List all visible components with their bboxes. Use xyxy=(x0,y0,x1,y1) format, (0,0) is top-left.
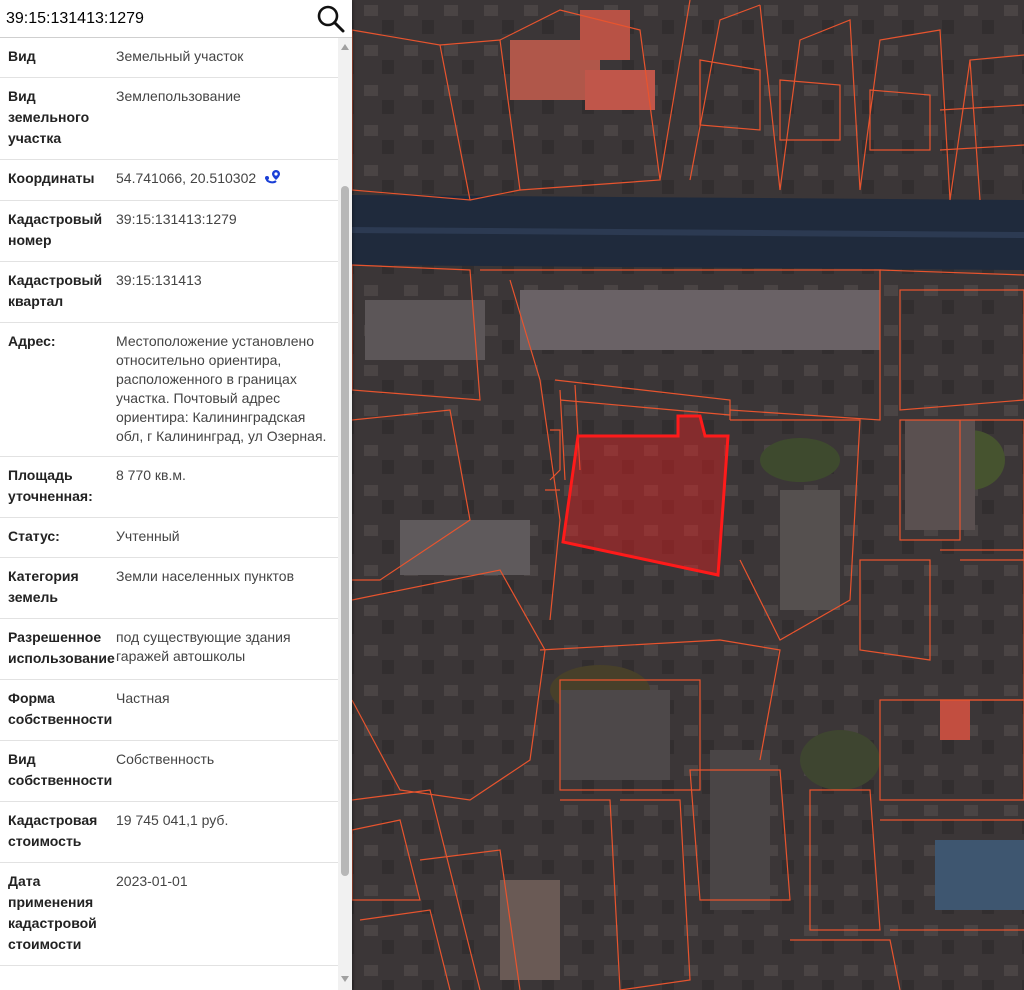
detail-label: Адрес: xyxy=(8,333,56,349)
tree-patch xyxy=(800,730,880,790)
parcel-details: Вид Земельный участок Вид земельного уча… xyxy=(0,38,338,990)
detail-value: под существующие здания гаражей автошкол… xyxy=(116,629,291,664)
search-input[interactable] xyxy=(6,4,306,34)
detail-row-address: Адрес: Местоположение установлено относи… xyxy=(0,323,338,457)
detail-label: Разрешенное использование xyxy=(8,629,115,666)
building xyxy=(500,880,560,980)
detail-label: Статус: xyxy=(8,528,60,544)
detail-value: 2023-01-01 xyxy=(116,873,188,889)
detail-value: 39:15:131413:1279 xyxy=(116,211,237,227)
detail-row-value-date: Дата применения кадастровой стоимости 20… xyxy=(0,863,338,966)
detail-row-land-category: Категория земель Земли населенных пункто… xyxy=(0,558,338,619)
detail-value: 8 770 кв.м. xyxy=(116,467,186,483)
detail-label: Дата применения кадастровой стоимости xyxy=(8,873,97,952)
detail-value: Землепользование xyxy=(116,88,241,104)
detail-value: Земли населенных пунктов xyxy=(116,568,295,584)
detail-value: Земельный участок xyxy=(116,48,244,64)
detail-label: Вид xyxy=(8,48,36,64)
detail-value: 54.741066, 20.510302 xyxy=(116,168,338,190)
building xyxy=(780,490,840,610)
building xyxy=(935,840,1024,910)
detail-row-permitted-use: Разрешенное использование под существующ… xyxy=(0,619,338,680)
building xyxy=(905,420,975,530)
scroll-down-arrow-icon[interactable] xyxy=(341,976,349,982)
scroll-up-arrow-icon[interactable] xyxy=(341,44,349,50)
detail-value: Собственность xyxy=(116,751,215,767)
building xyxy=(400,520,530,575)
building xyxy=(580,10,630,60)
detail-row-cadastral-number: Кадастровый номер 39:15:131413:1279 xyxy=(0,201,338,262)
building xyxy=(560,690,670,780)
detail-row-cadastral-quarter: Кадастровый квартал 39:15:131413 xyxy=(0,262,338,323)
building xyxy=(710,750,770,910)
detail-value: 39:15:131413 xyxy=(116,272,202,288)
building xyxy=(585,70,655,110)
search-icon xyxy=(317,5,345,33)
detail-value: Частная xyxy=(116,690,170,706)
detail-row-coordinates: Координаты 54.741066, 20.510302 xyxy=(0,160,338,201)
detail-label: Кадастровый квартал xyxy=(8,272,103,309)
building xyxy=(365,300,485,360)
tree-patch xyxy=(760,438,840,482)
detail-label: Форма собственности xyxy=(8,690,113,727)
detail-label: Кадастровый номер xyxy=(8,211,103,248)
detail-row-status: Статус: Учтенный xyxy=(0,518,338,558)
detail-row-parcel-kind: Вид земельного участка Землепользование xyxy=(0,78,338,160)
route-pin-icon xyxy=(265,170,281,184)
detail-value: 19 745 041,1 руб. xyxy=(116,812,229,828)
detail-row-type: Вид Земельный участок xyxy=(0,38,338,78)
detail-row-ownership-type: Вид собственности Собственность xyxy=(0,741,338,802)
detail-label: Кадастровая стоимость xyxy=(8,812,98,849)
info-panel: Вид Земельный участок Вид земельного уча… xyxy=(0,0,352,990)
detail-label: Категория земель xyxy=(8,568,79,605)
coordinates-value: 54.741066, 20.510302 xyxy=(116,170,257,187)
detail-row-ownership-form: Форма собственности Частная xyxy=(0,680,338,741)
building xyxy=(520,290,880,350)
detail-label: Вид собственности xyxy=(8,751,113,788)
detail-label: Координаты xyxy=(8,170,95,186)
search-button[interactable] xyxy=(316,4,346,34)
detail-label: Площадь уточненная: xyxy=(8,467,93,504)
detail-value: Местоположение установлено относительно … xyxy=(116,333,327,444)
detail-value: Учтенный xyxy=(116,528,180,544)
building xyxy=(940,700,970,740)
scrollbar-thumb[interactable] xyxy=(341,186,349,876)
search-bar xyxy=(0,0,352,38)
detail-row-area: Площадь уточненная: 8 770 кв.м. xyxy=(0,457,338,518)
detail-label: Вид земельного участка xyxy=(8,88,90,146)
coordinates-link[interactable] xyxy=(264,169,282,190)
detail-row-cadastral-value: Кадастровая стоимость 19 745 041,1 руб. xyxy=(0,802,338,863)
